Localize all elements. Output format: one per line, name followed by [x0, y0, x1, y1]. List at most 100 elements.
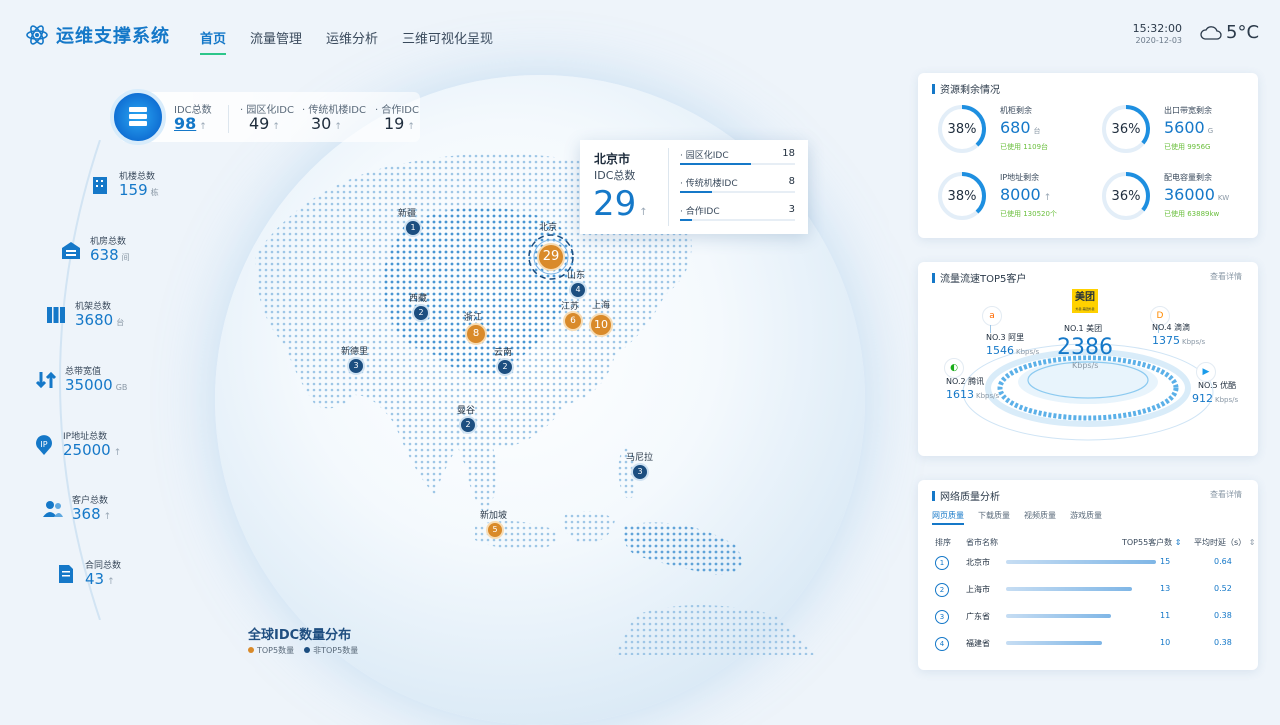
- contract-icon: [59, 565, 73, 583]
- popup-subtitle: IDC总数: [594, 169, 636, 182]
- customer-value: 1613 Kbps/s: [946, 388, 999, 401]
- resource-value: 5600 G: [1164, 118, 1213, 137]
- resource-unit: 台: [1033, 127, 1041, 135]
- stat-value: 368 ↑: [72, 505, 111, 523]
- alibaba-icon: a: [982, 306, 1002, 326]
- pin-label-bangkok: 曼谷: [457, 406, 476, 416]
- stat-number: 159: [119, 181, 148, 199]
- nav-home[interactable]: 首页: [200, 28, 227, 55]
- popup-row-label: 合作IDC: [685, 207, 720, 217]
- header-city: 省市名称: [966, 538, 998, 547]
- tab-download-quality[interactable]: 下载质量: [978, 510, 1010, 525]
- sort-icon: ⇕: [1248, 538, 1256, 547]
- stat-value: 35000 GB: [65, 376, 127, 394]
- map-pin-newdelhi[interactable]: 3: [347, 357, 365, 375]
- customer-unit: Kbps/s: [1016, 348, 1040, 356]
- row-bar: [1006, 587, 1132, 591]
- map-pin-beijing[interactable]: 29: [537, 243, 565, 271]
- header-count-label: TOP55客户数: [1122, 538, 1173, 547]
- idc-park-value: 49: [249, 114, 270, 133]
- legend-label: 非TOP5数量: [313, 646, 359, 655]
- quality-tabs: 网页质量 下载质量 视频质量 游戏质量: [932, 510, 1102, 525]
- tab-game-quality[interactable]: 游戏质量: [1070, 510, 1102, 525]
- row-count: 10: [1160, 638, 1171, 647]
- pin-label-shandong: 山东: [567, 271, 586, 281]
- stat-unit: 台: [116, 318, 125, 327]
- progress-bar: [680, 191, 712, 193]
- row-bar: [1006, 641, 1102, 645]
- header-count[interactable]: TOP55客户数 ⇕: [1122, 537, 1181, 548]
- stat-value: 638 间: [90, 246, 130, 264]
- main-nav: 首页 流量管理 运维分析 三维可视化呈现: [200, 28, 493, 55]
- customer-rank: NO.2 腾讯: [946, 377, 985, 386]
- customer-number: 1546: [986, 344, 1014, 357]
- customer-number: 1375: [1152, 334, 1180, 347]
- resource-number: 36000: [1164, 185, 1215, 204]
- nav-3d-visual[interactable]: 三维可视化呈现: [402, 28, 493, 47]
- popup-row-label: 传统机楼IDC: [685, 179, 738, 189]
- stat-unit: 栋: [150, 188, 159, 197]
- stat-value: 25000 ↑: [63, 441, 121, 459]
- resource-used: 已使用 1109台: [1000, 143, 1049, 151]
- server-icon: [129, 107, 147, 126]
- header-latency[interactable]: 平均时延（s） ⇕: [1194, 537, 1255, 548]
- arrow-up-icon: ↑: [107, 577, 115, 587]
- stat-value: 3680 台: [75, 311, 124, 329]
- rack-icon: [47, 307, 65, 323]
- arrow-up-icon: ↑: [103, 512, 112, 522]
- resource-ip: 38% IP地址剩余 8000 ↑ 已使用 130520个: [936, 170, 1086, 230]
- sort-icon: ⇕: [1174, 538, 1182, 547]
- stat-unit: 间: [121, 253, 130, 262]
- legend-non-top5: 非TOP5数量: [304, 645, 358, 656]
- progress-bar: [680, 163, 751, 165]
- map-pin-manila[interactable]: 3: [631, 463, 649, 481]
- view-details-link[interactable]: 查看详情: [1210, 271, 1242, 282]
- pin-label-xinjiang: 新疆: [398, 209, 417, 219]
- map-pin-shandong[interactable]: 4: [569, 281, 587, 299]
- view-details-link[interactable]: 查看详情: [1210, 489, 1242, 500]
- customer-rank: NO.3 阿里: [986, 333, 1025, 342]
- resource-power: 36% 配电容量剩余 36000 KW 已使用 63889kw: [1100, 170, 1250, 230]
- row-bar: [1006, 614, 1111, 618]
- map-pin-yunnan[interactable]: 2: [496, 358, 514, 376]
- map-pin-xinjiang[interactable]: 1: [404, 219, 422, 237]
- stat-number: 368: [72, 505, 101, 523]
- city-popup: 北京市 IDC总数 29 ↑ · 园区化IDC 18 · 传统机楼IDC 8 · …: [580, 140, 808, 234]
- table-row[interactable]: 1 北京市 15 0.64: [918, 550, 1232, 576]
- popup-city: 北京市: [594, 152, 631, 166]
- tab-web-quality[interactable]: 网页质量: [932, 510, 964, 525]
- resources-panel: 资源剩余情况 38% 机柜剩余 680 台 已使用 1109台 36% 出口带宽剩…: [918, 73, 1258, 238]
- idc-park: 49 ↑: [249, 114, 280, 133]
- pin-label-singapore: 新加坡: [480, 511, 508, 521]
- header-latency-label: 平均时延（s）: [1194, 538, 1247, 547]
- tab-video-quality[interactable]: 视频质量: [1024, 510, 1056, 525]
- resource-value: 680 台: [1000, 118, 1041, 137]
- resource-label: 出口带宽剩余: [1164, 106, 1212, 115]
- ring-percent: 38%: [947, 189, 977, 204]
- table-row[interactable]: 2 上海市 13 0.52: [918, 577, 1232, 603]
- meituan-logo-text: 美团: [1075, 292, 1095, 303]
- map-pin-tibet[interactable]: 2: [412, 304, 430, 322]
- nav-ops-analysis[interactable]: 运维分析: [326, 28, 378, 47]
- row-count: 13: [1160, 584, 1171, 593]
- nav-traffic[interactable]: 流量管理: [250, 28, 302, 47]
- table-row[interactable]: 3 广东省 11 0.38: [918, 604, 1232, 630]
- row-city: 广东省: [966, 612, 990, 621]
- top1-rank: NO.1 美团: [1064, 324, 1103, 333]
- map-pin-bangkok[interactable]: 2: [459, 416, 477, 434]
- legend-top5: TOP5数量: [248, 645, 294, 656]
- table-row[interactable]: 4 福建省 10 0.38: [918, 631, 1232, 657]
- map-pin-singapore[interactable]: 5: [486, 521, 504, 539]
- customer-rank: NO.5 优酷: [1198, 381, 1237, 390]
- idc-partner: 19 ↑: [384, 114, 415, 133]
- panel-title: 流量流速TOP5客户: [932, 270, 1026, 285]
- pin-label-beijing: 北京: [539, 223, 558, 233]
- map-pin-jiangsu[interactable]: 6: [563, 311, 583, 331]
- popup-row: · 合作IDC 3: [680, 204, 795, 221]
- row-rank: 2: [935, 583, 949, 597]
- arrow-up-icon: ↑: [272, 122, 280, 132]
- map-pin-shanghai[interactable]: 10: [589, 313, 613, 337]
- map-pin-zhejiang[interactable]: 8: [465, 323, 487, 345]
- idc-traditional-value: 30: [311, 114, 332, 133]
- idc-total-value[interactable]: 98: [174, 114, 196, 133]
